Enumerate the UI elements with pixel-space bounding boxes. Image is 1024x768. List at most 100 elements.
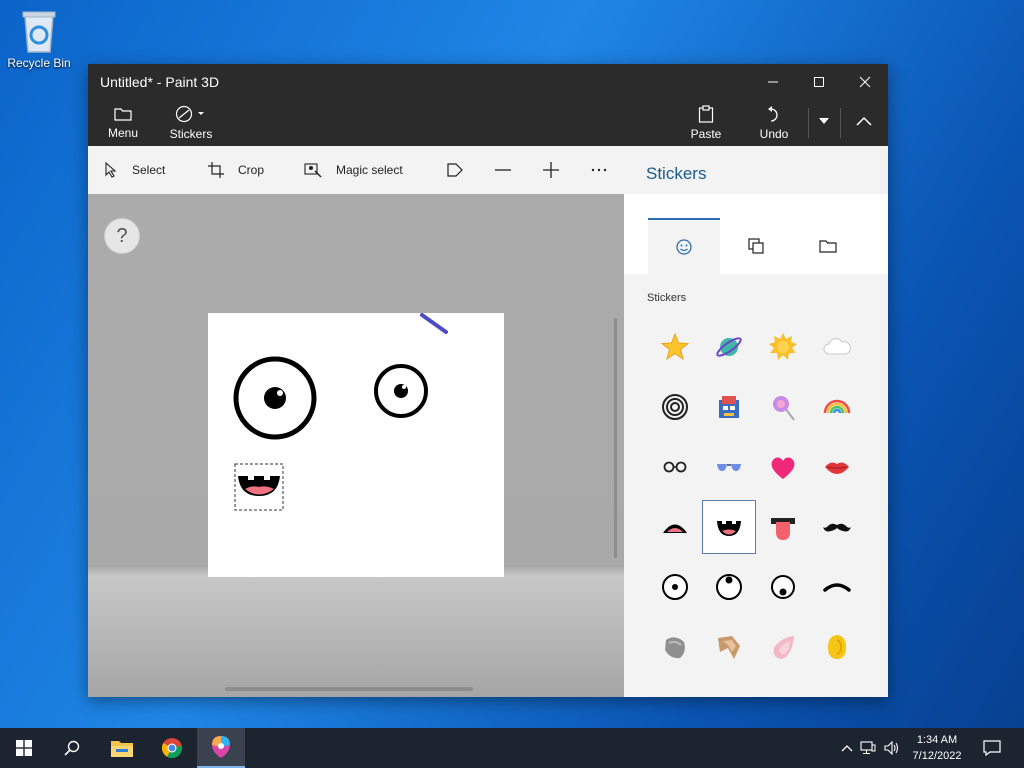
ear-brown-sticker-icon [718,636,740,659]
glasses-sticker-icon [663,461,687,473]
chrome-button[interactable] [148,728,196,768]
sticker-planet[interactable] [702,320,756,374]
search-icon [64,740,80,756]
magic-select-icon [304,163,322,178]
show-hidden-icons-button[interactable] [838,744,856,752]
recycle-bin-icon [22,11,56,53]
lips-sticker-icon [825,462,849,474]
sticker-heart[interactable] [756,440,810,494]
close-icon [859,76,871,88]
planet-sticker-icon [716,337,742,357]
sticker-dropdown-icon [175,105,204,123]
sticker-ear-brown[interactable] [702,620,756,674]
volume-button[interactable] [880,741,904,755]
help-label: ? [116,224,128,247]
rainbow-sticker-icon [823,399,851,414]
clock[interactable]: 1:34 AM 7/12/2022 [904,730,970,766]
eye-center-sticker-icon [662,574,688,600]
maximize-button[interactable] [796,64,842,100]
sticker-mouth-frown[interactable] [648,500,702,554]
sticker-star[interactable] [648,320,702,374]
ellipsis-icon [591,168,607,172]
zoom-out-button[interactable] [494,146,526,194]
help-button[interactable]: ? [104,218,140,254]
sticker-lips[interactable] [810,440,864,494]
sticker-ear-gray[interactable] [648,620,702,674]
flag-tool[interactable] [446,146,478,194]
sticker-ear-pink[interactable] [756,620,810,674]
crop-tool[interactable]: Crop [208,146,264,194]
magic-select-label: Magic select [336,163,403,177]
volume-icon [884,741,899,755]
zoom-in-button[interactable] [542,146,574,194]
eye-up-sticker-icon [716,574,742,600]
sticker-face-icon [676,239,692,255]
sticker-eyebrow[interactable] [810,560,864,614]
ribbon-divider [840,108,841,138]
select-tool[interactable]: Select [104,146,165,194]
minimize-button[interactable] [750,64,796,100]
sticker-cloud[interactable] [810,320,864,374]
sticker-eye-down[interactable] [756,560,810,614]
sticker-mustache[interactable] [810,500,864,554]
section-label: Stickers [647,292,687,304]
sticker-spiral[interactable] [648,380,702,434]
recycle-bin[interactable]: Recycle Bin [6,8,72,70]
sticker-robot[interactable] [702,380,756,434]
undo-label: Undo [759,127,789,141]
pointer-icon [105,162,117,178]
horizontal-scrollbar[interactable] [225,687,473,691]
canvas-area[interactable]: ? [88,194,624,697]
file-explorer-button[interactable] [98,728,146,768]
tab-stickers[interactable] [648,218,720,274]
sticker-eye-up[interactable] [702,560,756,614]
system-tray [838,728,904,768]
folder-icon [819,240,837,253]
paint3d-taskbar-button[interactable] [197,728,245,768]
title-bar: Untitled* - Paint 3D [88,64,888,100]
sticker-lollipop[interactable] [756,380,810,434]
spiral-sticker-icon [662,394,688,420]
undo-button[interactable]: Undo [754,100,794,146]
sticker-rainbow[interactable] [810,380,864,434]
sticker-eye-center[interactable] [648,560,702,614]
close-button[interactable] [842,64,888,100]
tab-textures[interactable] [720,218,792,274]
more-options-button[interactable] [590,146,622,194]
paste-button[interactable]: Paste [686,100,726,146]
taskbar: 1:34 AM 7/12/2022 [0,728,1024,768]
action-center-button[interactable] [974,728,1010,768]
mustache-sticker-icon [823,523,851,532]
robot-sticker-icon [719,396,739,418]
drawing-canvas[interactable] [208,313,504,577]
tab-custom-stickers[interactable] [792,218,864,274]
stickers-panel: Stickers Stickers [624,146,888,697]
menu-button[interactable]: Menu [102,100,144,146]
sticker-sun[interactable] [756,320,810,374]
tool-bar: Select Crop Magic select [88,146,624,194]
search-button[interactable] [48,728,96,768]
history-dropdown-button[interactable] [812,100,836,146]
sticker-ear-yellow[interactable] [810,620,864,674]
chrome-icon [161,738,183,759]
small-eye-sticker [374,364,428,418]
texture-icon [748,238,764,254]
select-label: Select [132,163,166,177]
network-button[interactable] [856,741,880,755]
sticker-category-tabs [624,194,888,274]
crop-icon [208,162,224,178]
sticker-tongue[interactable] [756,500,810,554]
sticker-mouth-smile[interactable] [702,500,756,554]
collapse-ribbon-button[interactable] [848,100,880,146]
sunglasses-sticker-icon [717,464,741,471]
stickers-tab-button[interactable]: Stickers [168,100,214,146]
magic-select-tool[interactable]: Magic select [304,146,403,194]
vertical-scrollbar[interactable] [614,318,617,558]
chevron-down-icon [819,118,829,124]
chevron-up-icon [856,116,872,126]
sticker-sunglasses[interactable] [702,440,756,494]
sticker-glasses[interactable] [648,440,702,494]
ear-pink-sticker-icon [773,636,794,659]
minus-icon [495,169,511,171]
start-button[interactable] [0,728,48,768]
